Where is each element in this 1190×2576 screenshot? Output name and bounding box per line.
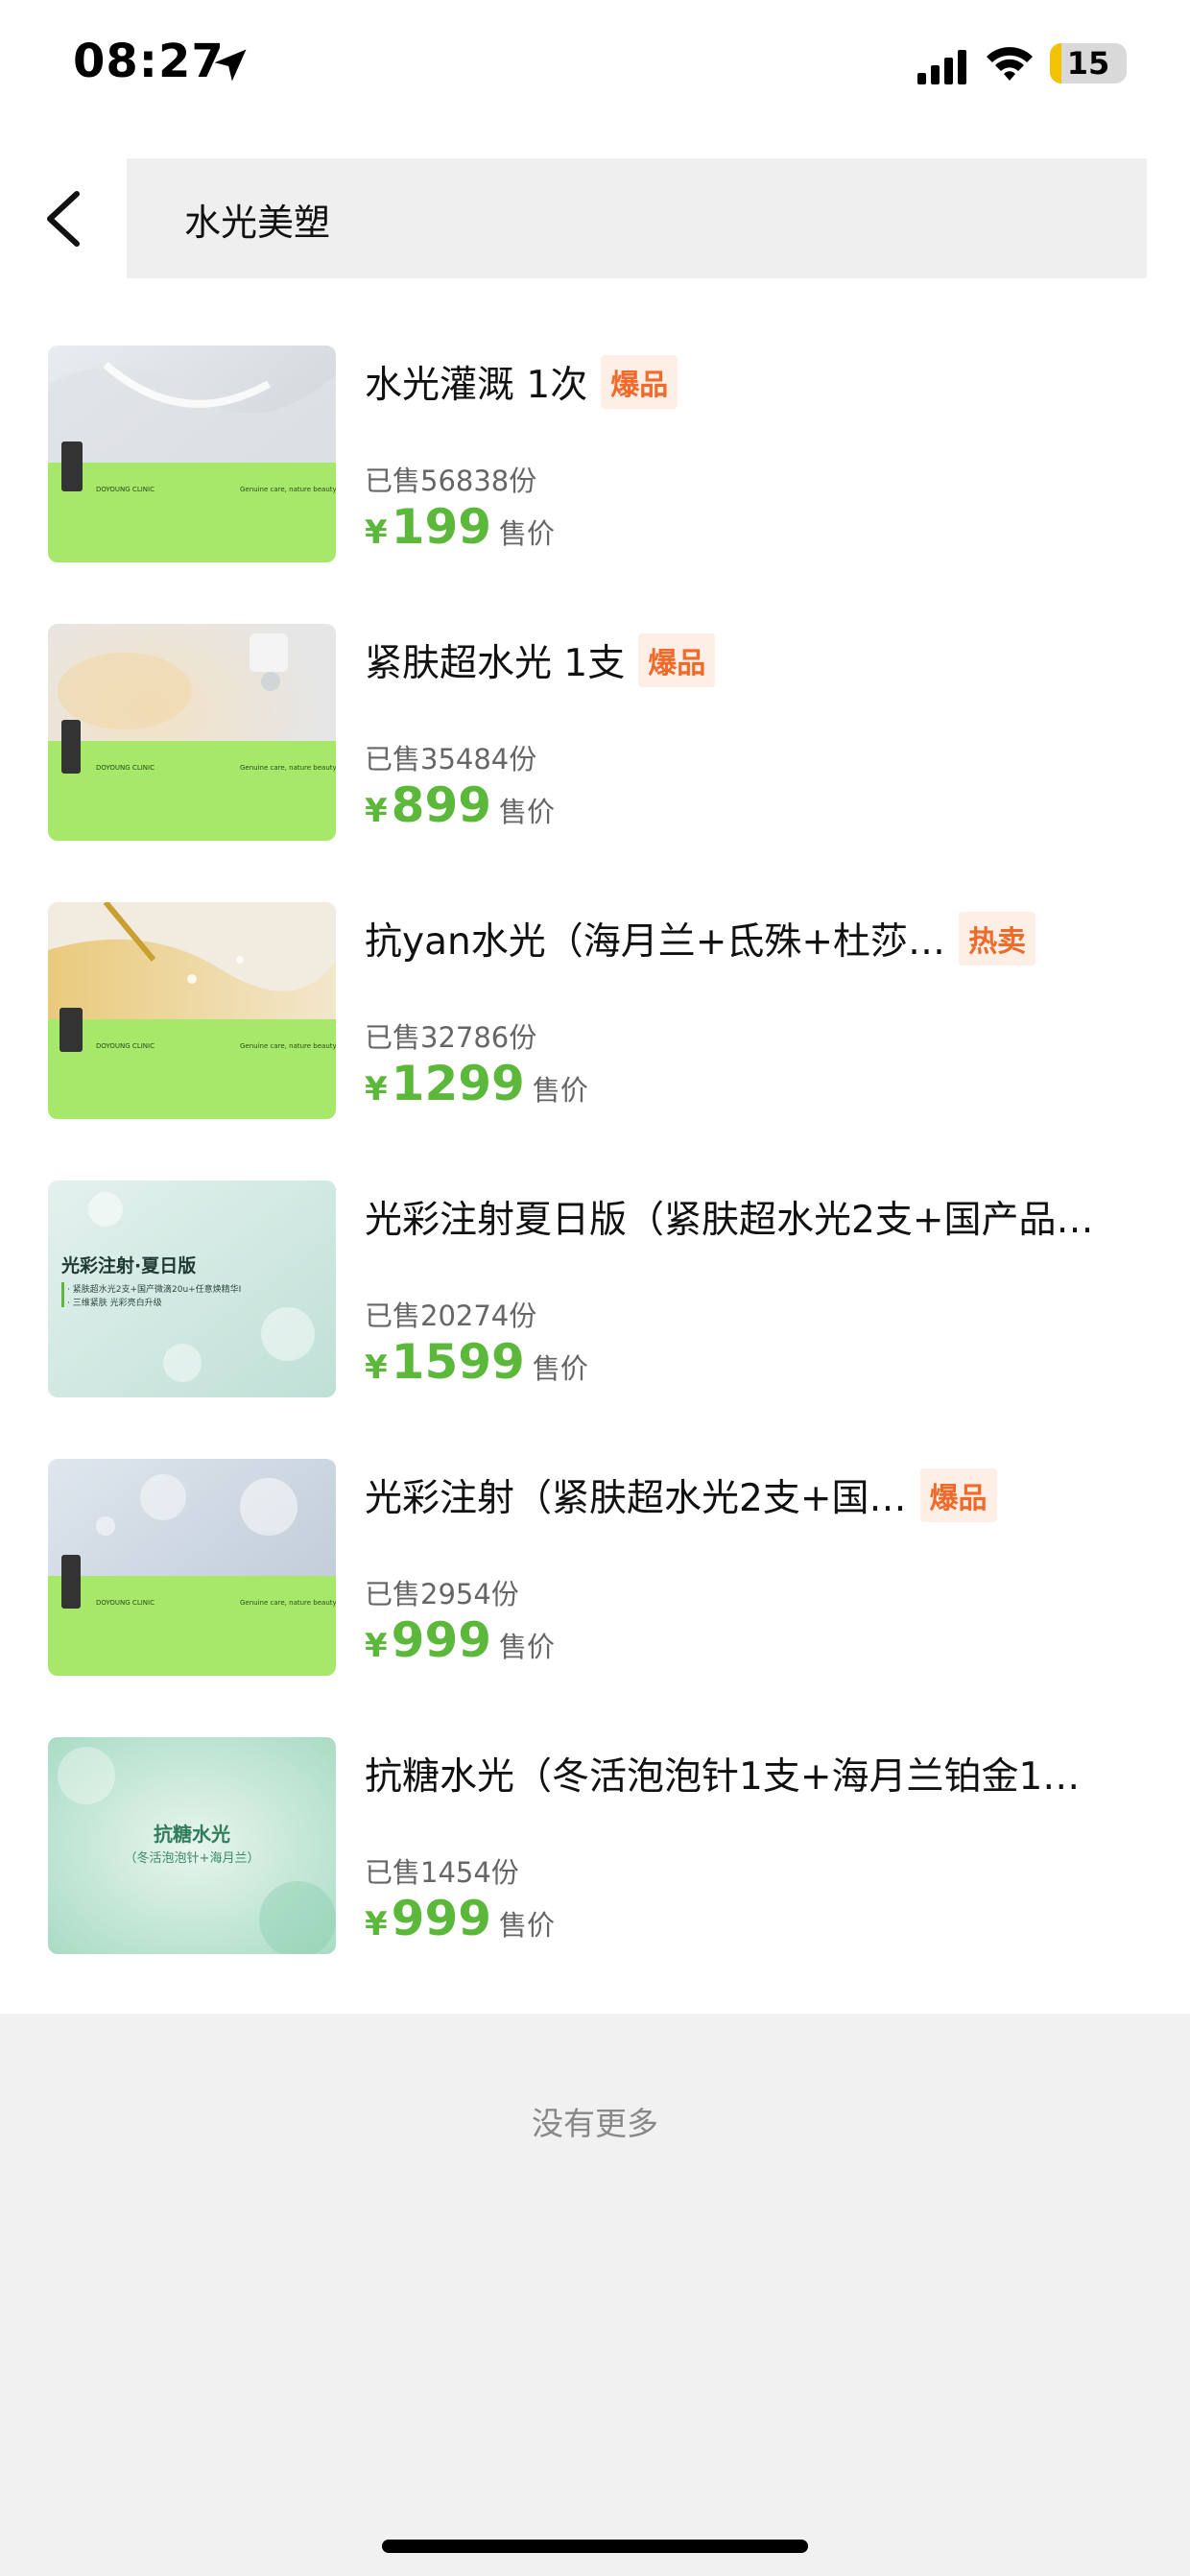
product-title-row: 光彩注射（紧肤超水光2支+国… 爆品 [365,1467,1152,1524]
currency-symbol: ¥ [365,792,388,830]
product-thumbnail: DOYOUNG CLINIC Genuine care, nature beau… [48,902,336,1119]
price-value: 999 [391,1612,492,1668]
list-footer: 没有更多 [0,2014,1190,2576]
thumb-caption: Genuine care, nature beauty. [240,1599,336,1607]
thumb-caption: Genuine care, nature beauty. [240,764,336,772]
battery-level-text: 15 [1066,45,1110,82]
product-title: 抗yan水光（海月兰+氐殊+杜莎… [365,920,946,964]
list-item[interactable]: DOYOUNG CLINIC Genuine care, nature beau… [0,346,1190,566]
price-row: ¥ 1299 售价 [365,1056,588,1111]
thumb-sub: （冬活泡泡针+海月兰） [125,1850,260,1866]
list-item[interactable]: DOYOUNG CLINIC Genuine care, nature beau… [0,1459,1190,1680]
search-input[interactable]: 水光美塑 [127,158,1147,278]
thumb-brand: DOYOUNG CLINIC [96,1042,155,1050]
price-value: 1299 [391,1056,525,1111]
back-button[interactable] [29,173,98,265]
no-more-text: 没有更多 [532,2105,658,2142]
thumb-heading: 光彩注射·夏日版 [60,1254,196,1276]
price-row: ¥ 999 售价 [365,1891,555,1946]
price-row: ¥ 899 售价 [365,777,555,833]
page: 08:27 15 水光美塑 DOYOUNG CLINIC Genuine car… [0,0,1190,2576]
product-thumbnail: DOYOUNG CLINIC Genuine care, nature beau… [48,624,336,841]
product-title-row: 光彩注射夏日版（紧肤超水光2支+国产品… [365,1188,1152,1246]
product-title: 抗糖水光（冬活泡泡针1支+海月兰铂金1… [365,1755,1081,1799]
hot-badge: 爆品 [601,355,678,409]
wifi-icon [987,47,1033,81]
product-title-row: 水光灌溉 1次 爆品 [365,353,1152,411]
product-title: 光彩注射夏日版（紧肤超水光2支+国产品… [365,1199,1094,1242]
currency-symbol: ¥ [365,1905,388,1944]
chevron-left-icon [47,191,80,247]
thumb-brand: DOYOUNG CLINIC [96,764,155,772]
search-query: 水光美塑 [184,202,331,244]
product-title: 水光灌溉 1次 [365,364,588,407]
list-item[interactable]: 抗糖水光 （冬活泡泡针+海月兰） 抗糖水光（冬活泡泡针1支+海月兰铂金1… 已售… [0,1737,1190,1958]
product-title: 紧肤超水光 1支 [365,642,626,685]
cellular-signal-icon [917,50,966,84]
thumb-line: · 紧肤超水光2支+国产微滴20u+任意焕精华I [67,1283,241,1295]
thumb-brand: DOYOUNG CLINIC [96,486,155,493]
price-label: 售价 [499,1631,556,1663]
thumb-brand: DOYOUNG CLINIC [96,1599,155,1607]
status-bar: 08:27 15 [0,0,1190,125]
currency-symbol: ¥ [365,513,388,552]
currency-symbol: ¥ [365,1348,388,1387]
price-label: 售价 [499,1909,556,1942]
product-thumbnail: DOYOUNG CLINIC Genuine care, nature beau… [48,1459,336,1676]
product-thumbnail: 抗糖水光 （冬活泡泡针+海月兰） [48,1737,336,1954]
battery-indicator: 15 [1050,43,1127,83]
sold-count: 已售32786份 [365,1021,537,1054]
thumb-line: · 三维紧肤 光彩亮白升级 [67,1297,162,1308]
price-label: 售价 [532,1352,588,1385]
list-item[interactable]: DOYOUNG CLINIC Genuine care, nature beau… [0,902,1190,1123]
product-title-row: 抗yan水光（海月兰+氐殊+杜莎… 热卖 [365,910,1152,967]
sold-count: 已售20274份 [365,1300,537,1332]
list-item[interactable]: DOYOUNG CLINIC Genuine care, nature beau… [0,624,1190,845]
price-row: ¥ 199 售价 [365,499,555,555]
price-label: 售价 [532,1074,588,1107]
home-indicator[interactable] [382,2540,808,2553]
hot-badge: 热卖 [959,912,1036,966]
price-label: 售价 [499,517,556,550]
price-value: 999 [391,1891,492,1946]
hot-badge: 爆品 [638,633,716,687]
sold-count: 已售2954份 [365,1578,519,1610]
thumb-heading: 抗糖水光 [154,1823,230,1846]
product-thumbnail: DOYOUNG CLINIC Genuine care, nature beau… [48,346,336,562]
currency-symbol: ¥ [365,1627,388,1665]
price-label: 售价 [499,796,556,828]
product-title: 光彩注射（紧肤超水光2支+国… [365,1477,907,1520]
price-row: ¥ 1599 售价 [365,1334,588,1390]
thumb-caption: Genuine care, nature beauty. [240,486,336,493]
list-item[interactable]: 光彩注射·夏日版 · 紧肤超水光2支+国产微滴20u+任意焕精华I · 三维紧肤… [0,1181,1190,1401]
status-time: 08:27 [73,35,225,88]
sold-count: 已售1454份 [365,1856,519,1889]
product-title-row: 紧肤超水光 1支 爆品 [365,632,1152,689]
product-thumbnail: 光彩注射·夏日版 · 紧肤超水光2支+国产微滴20u+任意焕精华I · 三维紧肤… [48,1181,336,1397]
sold-count: 已售56838份 [365,465,537,497]
hot-badge: 爆品 [919,1468,997,1522]
thumb-caption: Genuine care, nature beauty. [240,1042,336,1050]
price-value: 199 [391,499,492,555]
sold-count: 已售35484份 [365,743,537,775]
currency-symbol: ¥ [365,1070,388,1109]
price-value: 1599 [391,1334,525,1390]
product-title-row: 抗糖水光（冬活泡泡针1支+海月兰铂金1… [365,1745,1152,1802]
location-arrow-icon [214,49,247,82]
price-row: ¥ 999 售价 [365,1612,555,1668]
price-value: 899 [391,777,492,833]
